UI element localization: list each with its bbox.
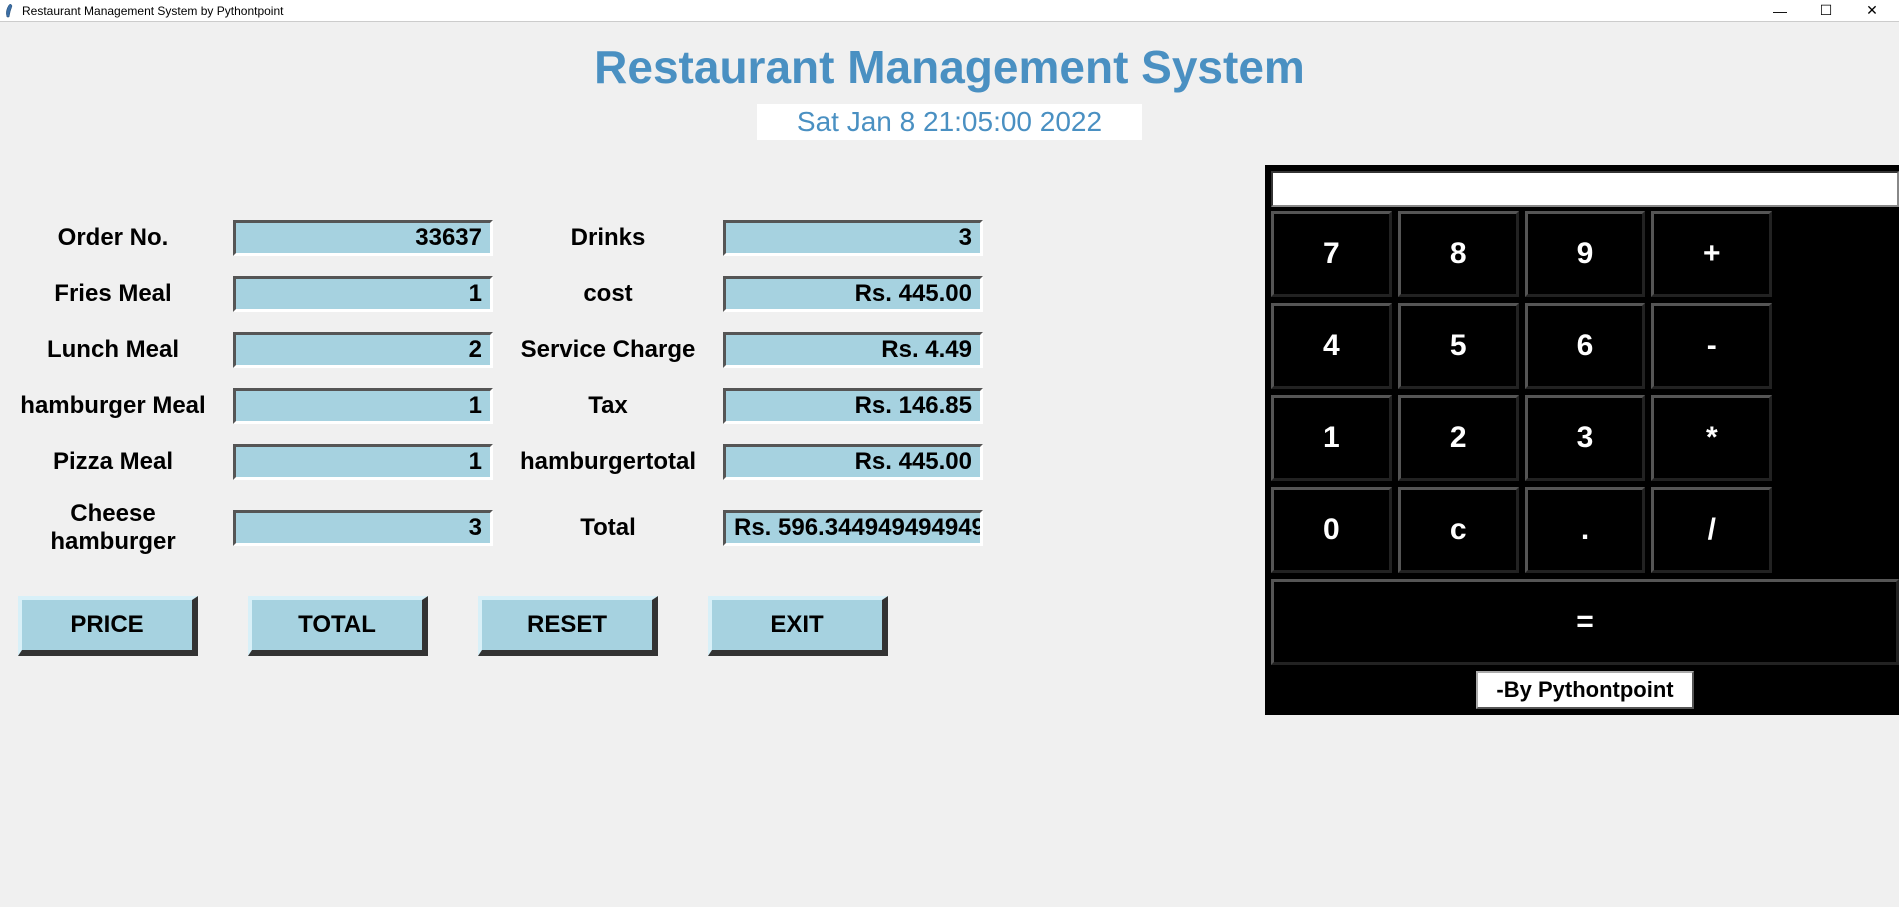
label-order-no: Order No. xyxy=(8,224,218,252)
label-fries: Fries Meal xyxy=(8,280,218,308)
calc-key-2[interactable]: 2 xyxy=(1398,395,1519,481)
calc-display[interactable] xyxy=(1271,171,1899,207)
input-cost[interactable]: Rs. 445.00 xyxy=(723,276,983,312)
calc-key-plus[interactable]: + xyxy=(1651,211,1772,297)
label-lunch: Lunch Meal xyxy=(8,336,218,364)
calc-key-dot[interactable]: . xyxy=(1525,487,1646,573)
calc-credit: -By Pythontpoint xyxy=(1476,671,1693,709)
calc-key-0[interactable]: 0 xyxy=(1271,487,1392,573)
titlebar: Restaurant Management System by Pythontp… xyxy=(0,0,1899,22)
calc-key-8[interactable]: 8 xyxy=(1398,211,1519,297)
label-tax: Tax xyxy=(508,392,708,420)
action-buttons: PRICE TOTAL RESET EXIT xyxy=(8,596,1258,656)
calc-key-9[interactable]: 9 xyxy=(1525,211,1646,297)
calc-key-5[interactable]: 5 xyxy=(1398,303,1519,389)
input-fries[interactable]: 1 xyxy=(233,276,493,312)
calc-key-divide[interactable]: / xyxy=(1651,487,1772,573)
price-button[interactable]: PRICE xyxy=(18,596,198,656)
input-service[interactable]: Rs. 4.49 xyxy=(723,332,983,368)
reset-button[interactable]: RESET xyxy=(478,596,658,656)
calc-key-clear[interactable]: c xyxy=(1398,487,1519,573)
input-lunch[interactable]: 2 xyxy=(233,332,493,368)
label-pizza: Pizza Meal xyxy=(8,448,218,476)
calc-key-6[interactable]: 6 xyxy=(1525,303,1646,389)
window-title: Restaurant Management System by Pythontp… xyxy=(22,4,283,18)
input-total[interactable]: Rs. 596.3449494949496 xyxy=(723,510,983,546)
input-cheese[interactable]: 3 xyxy=(233,510,493,546)
label-service: Service Charge xyxy=(508,336,708,364)
label-total: Total xyxy=(508,514,708,542)
calc-key-3[interactable]: 3 xyxy=(1525,395,1646,481)
date-display: Sat Jan 8 21:05:00 2022 xyxy=(757,104,1142,140)
app-icon xyxy=(4,4,18,18)
total-button[interactable]: TOTAL xyxy=(248,596,428,656)
calc-keypad: 7 8 9 + 4 5 6 - 1 2 3 * 0 c . / = xyxy=(1271,211,1899,665)
calc-key-4[interactable]: 4 xyxy=(1271,303,1392,389)
label-hamburgertotal: hamburgertotal xyxy=(508,448,708,476)
exit-button[interactable]: EXIT xyxy=(708,596,888,656)
maximize-button[interactable]: ☐ xyxy=(1803,0,1849,22)
date-text: Sat Jan 8 21:05:00 2022 xyxy=(797,106,1102,137)
label-hamburger: hamburger Meal xyxy=(8,392,218,420)
page-title: Restaurant Management System xyxy=(0,40,1899,94)
calc-key-7[interactable]: 7 xyxy=(1271,211,1392,297)
input-tax[interactable]: Rs. 146.85 xyxy=(723,388,983,424)
minimize-button[interactable]: — xyxy=(1757,0,1803,22)
input-drinks[interactable]: 3 xyxy=(723,220,983,256)
input-order-no[interactable]: 33637 xyxy=(233,220,493,256)
input-hamburgertotal[interactable]: Rs. 445.00 xyxy=(723,444,983,480)
calc-key-minus[interactable]: - xyxy=(1651,303,1772,389)
close-button[interactable]: ✕ xyxy=(1849,0,1895,22)
order-form: Order No. 33637 Drinks 3 Fries Meal 1 co… xyxy=(8,220,1258,556)
label-drinks: Drinks xyxy=(508,224,708,252)
label-cheese: Cheese hamburger xyxy=(8,500,218,556)
calc-key-multiply[interactable]: * xyxy=(1651,395,1772,481)
calculator: 7 8 9 + 4 5 6 - 1 2 3 * 0 c . / = -By Py… xyxy=(1265,165,1899,715)
input-hamburger[interactable]: 1 xyxy=(233,388,493,424)
input-pizza[interactable]: 1 xyxy=(233,444,493,480)
label-cost: cost xyxy=(508,280,708,308)
calc-key-equals[interactable]: = xyxy=(1271,579,1899,665)
calc-key-1[interactable]: 1 xyxy=(1271,395,1392,481)
